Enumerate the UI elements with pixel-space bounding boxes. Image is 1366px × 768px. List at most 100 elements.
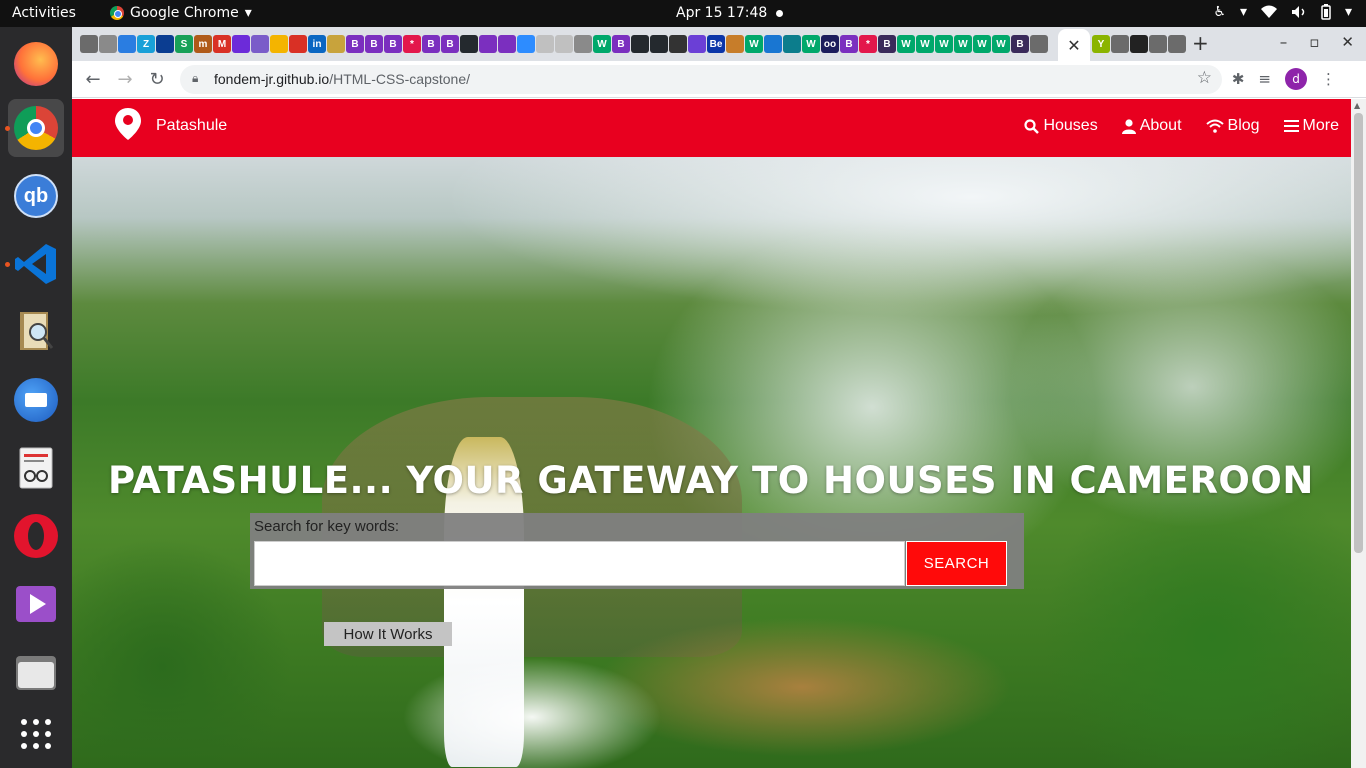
tab-favicon[interactable]: B	[422, 35, 440, 53]
tab-favicon[interactable]: B	[1011, 35, 1029, 53]
tab-favicon[interactable]: W	[802, 35, 820, 53]
close-window-button[interactable]: ✕	[1341, 33, 1354, 51]
tab-favicon[interactable]: W	[973, 35, 991, 53]
tab-favicon[interactable]	[631, 35, 649, 53]
tab-favicon[interactable]: Z	[137, 35, 155, 53]
tab-favicon[interactable]: B	[346, 35, 364, 53]
tab-favicon[interactable]: W	[935, 35, 953, 53]
tab-favicon[interactable]: Be	[707, 35, 725, 53]
tab-favicon[interactable]: W	[745, 35, 763, 53]
tab-favicon[interactable]: B	[441, 35, 459, 53]
dock-vscode[interactable]	[5, 235, 64, 293]
dock-text-editor[interactable]	[8, 439, 64, 497]
app-menu[interactable]: Google Chrome ▾	[110, 5, 252, 21]
page-scrollbar[interactable]: ▲	[1351, 99, 1366, 768]
how-it-works-button[interactable]: How It Works	[324, 622, 452, 646]
dock-thunderbird[interactable]	[8, 371, 64, 429]
tab-favicon[interactable]: B	[612, 35, 630, 53]
nav-blog[interactable]: Blog	[1205, 117, 1260, 135]
nav-more[interactable]: More	[1283, 117, 1339, 135]
tab-favicon[interactable]	[536, 35, 554, 53]
profile-avatar[interactable]: d	[1285, 68, 1307, 90]
dock-document-viewer[interactable]	[8, 303, 64, 361]
tab-favicon[interactable]	[80, 35, 98, 53]
media-controls-icon[interactable]: ≡	[1258, 70, 1271, 88]
tab-favicon[interactable]: W	[954, 35, 972, 53]
tab-favicon[interactable]	[726, 35, 744, 53]
tab-favicon[interactable]	[650, 35, 668, 53]
tab-favicon[interactable]	[156, 35, 174, 53]
dock-firefox[interactable]	[8, 35, 64, 93]
tab-favicon[interactable]	[479, 35, 497, 53]
tab-favicon[interactable]	[498, 35, 516, 53]
tab-favicon[interactable]: S	[175, 35, 193, 53]
tab-favicon[interactable]	[669, 35, 687, 53]
clock[interactable]: Apr 15 17:48	[676, 5, 767, 21]
tab-favicon[interactable]: W	[992, 35, 1010, 53]
dock-chrome[interactable]	[5, 99, 64, 157]
tab-favicon[interactable]: W	[593, 35, 611, 53]
maximize-button[interactable]: ▫	[1309, 33, 1319, 51]
close-tab-icon[interactable]: ✕	[1067, 36, 1080, 55]
dock-video-player[interactable]	[8, 575, 64, 633]
dock-opera[interactable]	[8, 507, 64, 565]
search-input[interactable]	[254, 541, 905, 586]
tab-favicon[interactable]	[118, 35, 136, 53]
tab-favicon[interactable]: B	[384, 35, 402, 53]
tab-favicon[interactable]	[232, 35, 250, 53]
dock-show-applications[interactable]	[8, 705, 64, 763]
lock-icon[interactable]: 🔒︎	[192, 71, 198, 86]
tab-favicon[interactable]	[764, 35, 782, 53]
tab-favicon[interactable]: B	[365, 35, 383, 53]
tab-favicon[interactable]: B	[840, 35, 858, 53]
tab-favicon[interactable]	[1149, 35, 1167, 53]
tab-favicon[interactable]	[1168, 35, 1186, 53]
tab-favicon[interactable]	[1130, 35, 1148, 53]
site-brand[interactable]: Patashule	[156, 117, 227, 135]
reload-button[interactable]: ↻	[146, 68, 168, 90]
system-tray[interactable]: ♿ ▾ ▾	[1213, 4, 1352, 20]
tab-favicon[interactable]: M	[213, 35, 231, 53]
tab-favicon[interactable]: *	[859, 35, 877, 53]
bookmark-star-icon[interactable]: ☆	[1197, 68, 1212, 88]
tab-favicon[interactable]	[555, 35, 573, 53]
tab-favicon[interactable]: Y	[1092, 35, 1110, 53]
location-pin-icon[interactable]	[114, 107, 142, 141]
tab-favicon[interactable]: W	[916, 35, 934, 53]
scrollbar-thumb[interactable]	[1354, 113, 1363, 553]
activities-button[interactable]: Activities	[12, 5, 76, 21]
new-tab-button[interactable]: +	[1192, 31, 1209, 55]
dock-files[interactable]	[8, 643, 64, 701]
tab-favicon[interactable]	[460, 35, 478, 53]
back-button[interactable]: ←	[82, 68, 104, 90]
tab-favicon[interactable]	[270, 35, 288, 53]
dock-qbittorrent[interactable]: qb	[8, 167, 64, 225]
scroll-up-arrow-icon[interactable]: ▲	[1354, 101, 1360, 110]
tab-favicon[interactable]	[1030, 35, 1048, 53]
tab-favicon[interactable]: m	[194, 35, 212, 53]
nav-houses[interactable]: Houses	[1024, 117, 1098, 135]
tab-favicon[interactable]: B	[878, 35, 896, 53]
tab-favicon[interactable]	[251, 35, 269, 53]
search-button[interactable]: SEARCH	[906, 541, 1007, 586]
tab-favicon[interactable]	[327, 35, 345, 53]
active-tab[interactable]: ✕	[1058, 29, 1090, 61]
extensions-icon[interactable]: ✱	[1232, 70, 1245, 88]
tab-favicon[interactable]	[574, 35, 592, 53]
tab-favicon[interactable]: oo	[821, 35, 839, 53]
tab-favicon[interactable]	[517, 35, 535, 53]
tab-favicon[interactable]: in	[308, 35, 326, 53]
minimize-button[interactable]: –	[1280, 33, 1288, 51]
tab-favicon[interactable]: *	[403, 35, 421, 53]
browser-menu-icon[interactable]: ⋮	[1321, 70, 1336, 88]
accessibility-icon[interactable]: ♿	[1213, 4, 1226, 20]
tab-favicon[interactable]	[289, 35, 307, 53]
tab-favicon[interactable]	[1111, 35, 1129, 53]
tab-favicon[interactable]	[688, 35, 706, 53]
tab-favicon[interactable]	[99, 35, 117, 53]
tab-favicon[interactable]: W	[897, 35, 915, 53]
nav-about[interactable]: About	[1121, 117, 1182, 135]
address-bar[interactable]: 🔒︎ fondem-jr.github.io/HTML-CSS-capstone…	[180, 65, 1222, 94]
forward-button[interactable]: →	[114, 68, 136, 90]
tab-favicon[interactable]	[783, 35, 801, 53]
